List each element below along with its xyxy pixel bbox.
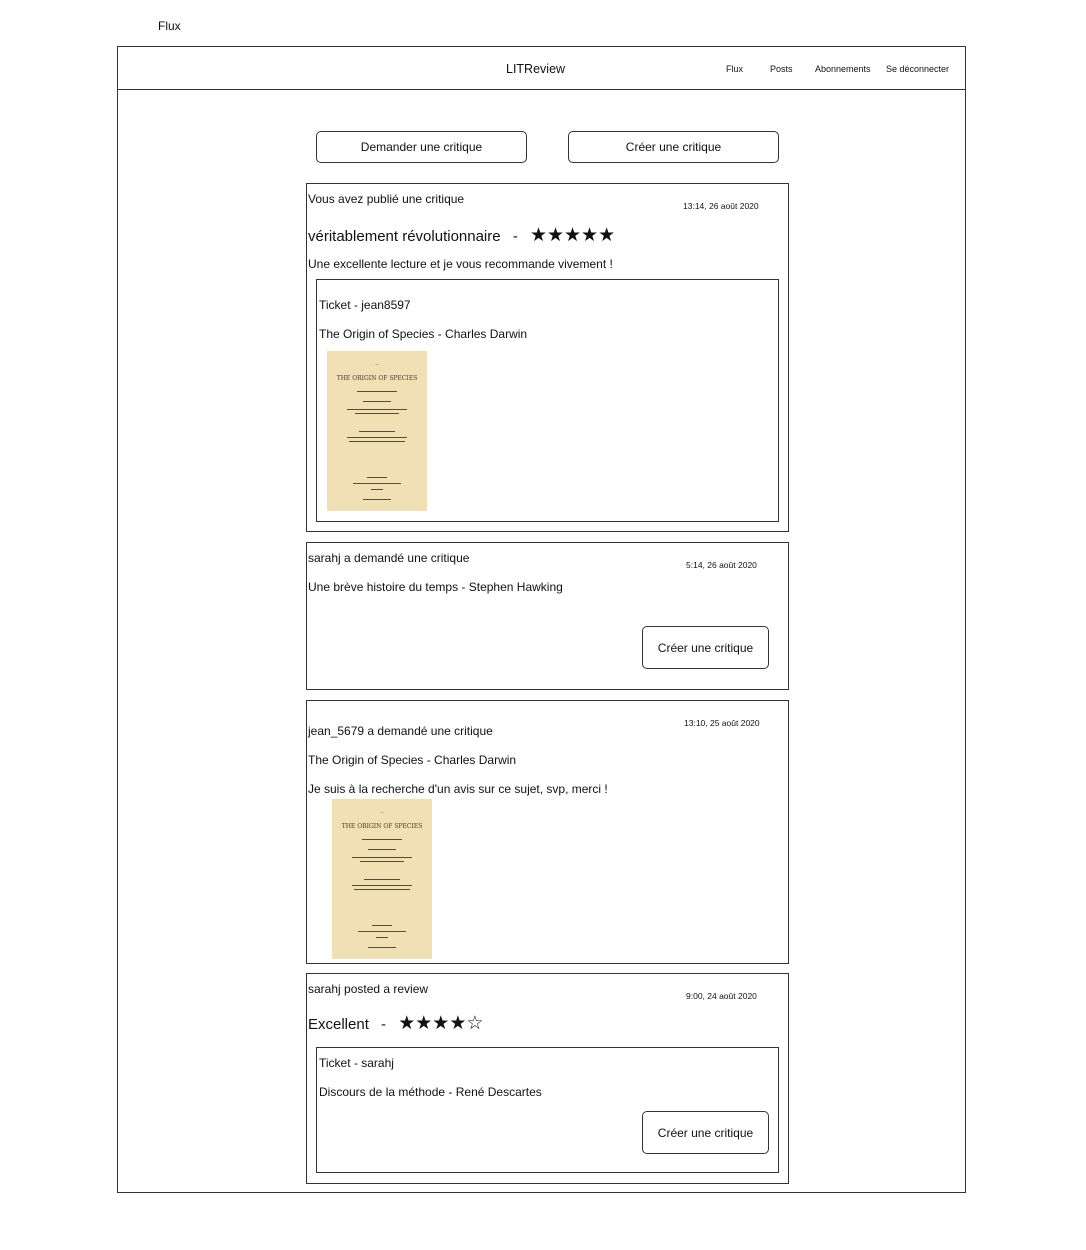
ticket-book-title: Discours de la méthode - René Descartes: [319, 1085, 542, 1099]
nav-logout-link[interactable]: Se déconnecter: [886, 64, 949, 74]
ticket-card: Ticket - sarahj Discours de la méthode -…: [316, 1047, 779, 1173]
create-review-button[interactable]: Créer une critique: [642, 1111, 769, 1154]
headline-separator: -: [381, 1016, 387, 1033]
feed-item-heading: sarahj a demandé une critique: [308, 551, 470, 565]
ticket-book-title: The Origin of Species - Charles Darwin: [308, 753, 517, 767]
feed-item-heading: Vous avez publié une critique: [308, 192, 465, 206]
create-review-button[interactable]: Créer une critique: [642, 626, 769, 669]
book-cover-image: — THE ORIGIN OF SPECIES: [332, 799, 432, 959]
feed-item-timestamp: 13:10, 25 août 2020: [684, 718, 760, 728]
ticket-card: Ticket - jean8597 The Origin of Species …: [316, 279, 779, 522]
feed-item-ticket: sarahj a demandé une critique 5:14, 26 a…: [306, 542, 789, 690]
review-headline: Excellent - ★★★★☆: [308, 1012, 483, 1035]
nav-subscriptions-link[interactable]: Abonnements: [815, 64, 871, 74]
review-body: Une excellente lecture et je vous recomm…: [308, 257, 613, 271]
cover-title: THE ORIGIN OF SPECIES: [341, 823, 423, 830]
review-headline: véritablement révolutionnaire - ★★★★★: [308, 224, 615, 247]
header-divider: [117, 89, 966, 90]
nav-posts-link[interactable]: Posts: [770, 64, 793, 74]
feed-item-heading: sarahj posted a review: [308, 982, 429, 996]
review-title: Excellent: [308, 1016, 369, 1033]
feed-item-timestamp: 13:14, 26 août 2020: [683, 201, 759, 211]
book-cover-image: — THE ORIGIN OF SPECIES: [327, 351, 427, 511]
create-review-button[interactable]: Créer une critique: [568, 131, 779, 163]
app-title: LITReview: [506, 62, 566, 76]
feed-item-ticket: jean_5679 a demandé une critique 13:10, …: [306, 700, 789, 964]
feed-item-heading: jean_5679 a demandé une critique: [308, 724, 493, 738]
feed-item-timestamp: 5:14, 26 août 2020: [686, 560, 757, 570]
ticket-heading: Ticket - jean8597: [319, 298, 411, 312]
rating-stars: ★★★★☆: [398, 1013, 484, 1034]
request-review-button[interactable]: Demander une critique: [316, 131, 527, 163]
rating-stars: ★★★★★: [529, 225, 616, 246]
cover-title: THE ORIGIN OF SPECIES: [336, 375, 418, 382]
nav-flux-link[interactable]: Flux: [726, 64, 743, 74]
feed-item-review: Vous avez publié une critique 13:14, 26 …: [306, 183, 789, 532]
ticket-heading: Ticket - sarahj: [319, 1056, 394, 1070]
feed-item-timestamp: 9:00, 24 août 2020: [686, 991, 757, 1001]
ticket-book-title: The Origin of Species - Charles Darwin: [319, 327, 528, 341]
feed-item-review: sarahj posted a review 9:00, 24 août 202…: [306, 973, 789, 1184]
review-title: véritablement révolutionnaire: [308, 228, 501, 245]
headline-separator: -: [512, 228, 518, 245]
page-label: Flux: [158, 19, 181, 33]
ticket-book-title: Une brève histoire du temps - Stephen Ha…: [308, 580, 563, 594]
ticket-body: Je suis à la recherche d'un avis sur ce …: [308, 782, 608, 796]
